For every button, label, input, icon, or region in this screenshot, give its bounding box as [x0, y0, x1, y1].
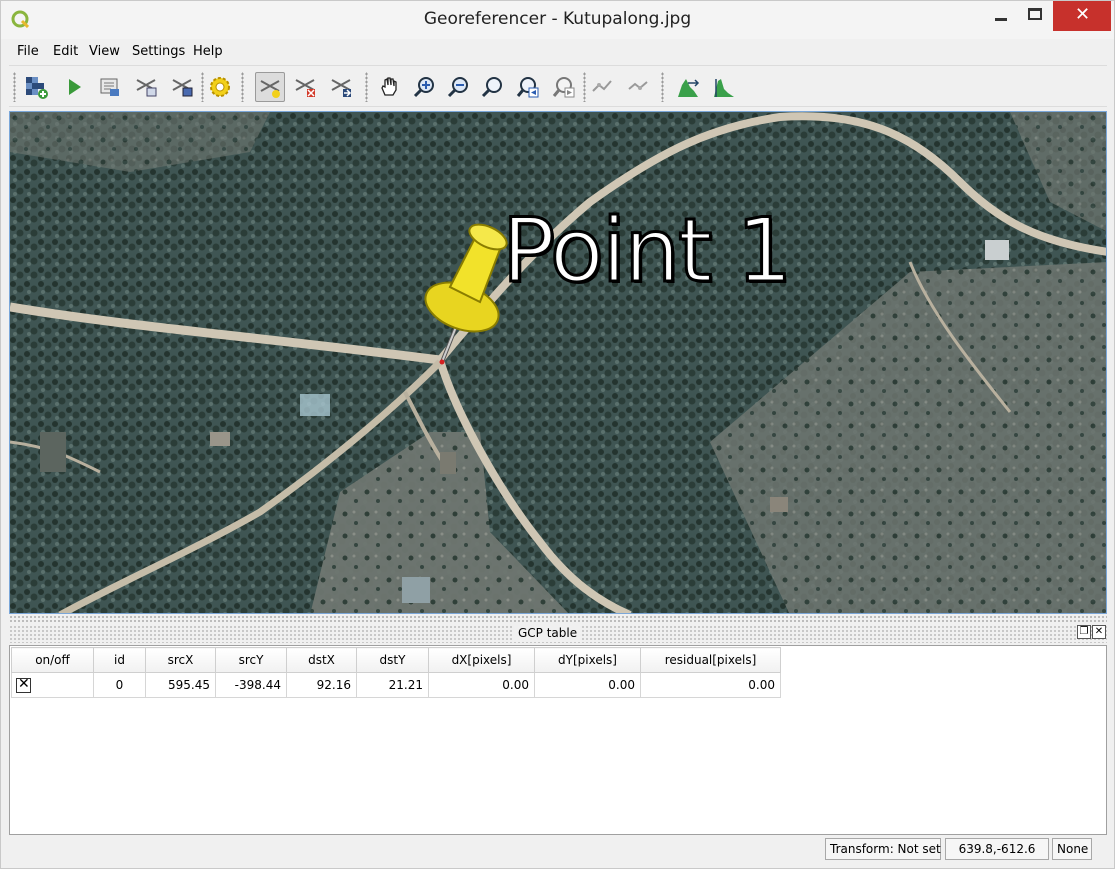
dock-splitter[interactable]: [9, 615, 1107, 623]
zoom-out-button[interactable]: [443, 72, 473, 102]
toolbar-grip[interactable]: [241, 72, 244, 102]
column-header-dsty[interactable]: dstY: [356, 647, 429, 673]
toolbar-grip[interactable]: [365, 72, 368, 102]
float-icon: ❐: [1079, 626, 1089, 637]
window-title: Georeferencer - Kutupalong.jpg: [423, 9, 692, 29]
close-icon: ✕: [1094, 626, 1104, 637]
toolbar: [9, 65, 1107, 107]
zoom-in-button[interactable]: [409, 72, 439, 102]
menu-view[interactable]: View: [89, 44, 120, 59]
delete-point-icon: [295, 79, 315, 97]
zoom-next-icon: [552, 77, 575, 98]
gcp-table-grid: on/off id srcX srcY dstX dstY dX[pixels]…: [11, 647, 781, 698]
zoom-next-button[interactable]: [549, 72, 579, 102]
satellite-image: [10, 112, 1106, 613]
menu-settings[interactable]: Settings: [132, 44, 185, 59]
delete-point-button[interactable]: [291, 72, 321, 102]
close-icon: ✕: [1075, 4, 1091, 25]
title-bar: Georeferencer - Kutupalong.jpg ✕: [1, 1, 1114, 39]
maximize-button[interactable]: [1019, 1, 1053, 31]
link-qgis-to-georeferencer-button[interactable]: [623, 72, 653, 102]
load-gcp-button[interactable]: [131, 72, 161, 102]
add-raster-icon: [26, 77, 48, 99]
close-button[interactable]: ✕: [1053, 1, 1111, 31]
coordinate-readout: 639.8,-612.6: [945, 838, 1049, 860]
add-point-button[interactable]: [255, 72, 285, 102]
start-georeferencing-button[interactable]: [59, 72, 89, 102]
map-canvas[interactable]: Point 1: [9, 111, 1107, 614]
dy-cell: 0.00: [534, 672, 641, 698]
generate-gdal-script-icon: [100, 78, 119, 96]
dstx-cell[interactable]: 92.16: [286, 672, 357, 698]
transformation-settings-button[interactable]: [205, 72, 235, 102]
zoom-last-button[interactable]: [513, 72, 543, 102]
srcx-cell[interactable]: 595.45: [145, 672, 216, 698]
column-header-id[interactable]: id: [93, 647, 146, 673]
menu-bar: File Edit View Settings Help: [9, 41, 1107, 63]
generate-gdal-script-button[interactable]: [95, 72, 125, 102]
transformation-settings-icon: [210, 77, 230, 97]
dock-float-button[interactable]: ❐: [1077, 625, 1091, 639]
table-row[interactable]: ✕ 0 595.45 -398.44 92.16 21.21 0.00 0.00…: [11, 672, 781, 698]
full-histogram-stretch-button[interactable]: [673, 72, 703, 102]
gcp-dock-title: GCP table: [514, 626, 582, 640]
full-histogram-stretch-icon: [678, 79, 700, 97]
georeferencer-window: Georeferencer - Kutupalong.jpg ✕ File Ed…: [0, 0, 1115, 869]
id-cell[interactable]: 0: [93, 672, 146, 698]
gcp-dock-titlebar: GCP table ❐ ✕: [9, 625, 1107, 643]
move-gcp-point-icon: [331, 79, 352, 97]
column-header-onoff[interactable]: on/off: [11, 647, 94, 673]
column-header-residual[interactable]: residual[pixels]: [640, 647, 781, 673]
toolbar-grip[interactable]: [13, 72, 16, 102]
column-header-dx[interactable]: dX[pixels]: [428, 647, 535, 673]
check-icon: ✕: [18, 676, 30, 692]
toolbar-grip[interactable]: [661, 72, 664, 102]
zoom-last-icon: [516, 77, 539, 98]
column-header-dstx[interactable]: dstX: [286, 647, 357, 673]
gcp-point-label: Point 1: [500, 199, 793, 302]
link-georeferencer-to-qgis-icon: [592, 80, 612, 92]
pan-button[interactable]: [374, 72, 404, 102]
pan-icon: [381, 77, 397, 96]
enabled-checkbox[interactable]: ✕: [16, 676, 31, 693]
gcp-table[interactable]: on/off id srcX srcY dstX dstY dX[pixels]…: [9, 645, 1107, 835]
load-gcp-points-icon: [136, 79, 157, 97]
move-gcp-point-button[interactable]: [327, 72, 357, 102]
dx-cell: 0.00: [428, 672, 535, 698]
local-histogram-stretch-button[interactable]: [709, 72, 739, 102]
srcy-cell[interactable]: -398.44: [215, 672, 287, 698]
save-gcp-points-icon: [172, 79, 193, 97]
start-georeferencing-icon: [69, 79, 81, 95]
menu-edit[interactable]: Edit: [53, 44, 78, 59]
link-georeferencer-to-qgis-button[interactable]: [587, 72, 617, 102]
local-histogram-stretch-icon: [714, 79, 734, 97]
toolbar-grip[interactable]: [201, 72, 204, 102]
column-header-dy[interactable]: dY[pixels]: [534, 647, 641, 673]
column-header-srcx[interactable]: srcX: [145, 647, 216, 673]
save-gcp-button[interactable]: [167, 72, 197, 102]
table-header-row: on/off id srcX srcY dstX dstY dX[pixels]…: [11, 647, 781, 673]
toolbar-grip[interactable]: [583, 72, 586, 102]
zoom-in-icon: [413, 77, 434, 98]
zoom-to-layer-button[interactable]: [477, 72, 507, 102]
zoom-out-icon: [447, 77, 468, 98]
menu-help[interactable]: Help: [193, 44, 223, 59]
crs-status[interactable]: None: [1052, 838, 1092, 860]
transform-status[interactable]: Transform: Not set: [825, 838, 941, 860]
menu-file[interactable]: File: [17, 44, 39, 59]
enabled-cell[interactable]: ✕: [11, 672, 94, 698]
dsty-cell[interactable]: 21.21: [356, 672, 429, 698]
minimize-button[interactable]: [985, 1, 1019, 31]
column-header-srcy[interactable]: srcY: [215, 647, 287, 673]
dock-close-button[interactable]: ✕: [1092, 625, 1106, 639]
residual-cell: 0.00: [640, 672, 781, 698]
link-qgis-to-georeferencer-icon: [628, 81, 648, 90]
zoom-to-layer-icon: [481, 77, 502, 98]
open-raster-button[interactable]: [21, 72, 51, 102]
status-bar: Transform: Not set 639.8,-612.6 None: [9, 837, 1107, 863]
add-point-icon: [260, 80, 280, 98]
